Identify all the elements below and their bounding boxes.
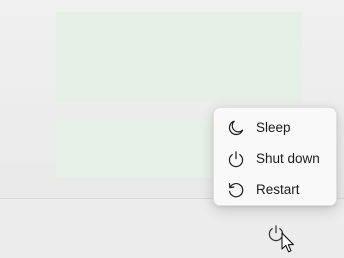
sleep-menu-item[interactable]: Sleep (214, 112, 336, 143)
background-window-top (56, 12, 302, 102)
mouse-cursor-icon (281, 232, 294, 253)
shut-down-label: Shut down (256, 151, 320, 166)
power-icon (227, 150, 245, 168)
desktop-background: Sleep Shut down Restart (0, 0, 344, 258)
restart-label: Restart (256, 182, 300, 197)
background-window-bottom (56, 120, 216, 178)
power-menu: Sleep Shut down Restart (213, 107, 337, 206)
moon-icon (227, 119, 245, 137)
shut-down-menu-item[interactable]: Shut down (214, 143, 336, 174)
restart-icon (227, 181, 245, 199)
restart-menu-item[interactable]: Restart (214, 174, 336, 205)
sleep-label: Sleep (256, 120, 291, 135)
